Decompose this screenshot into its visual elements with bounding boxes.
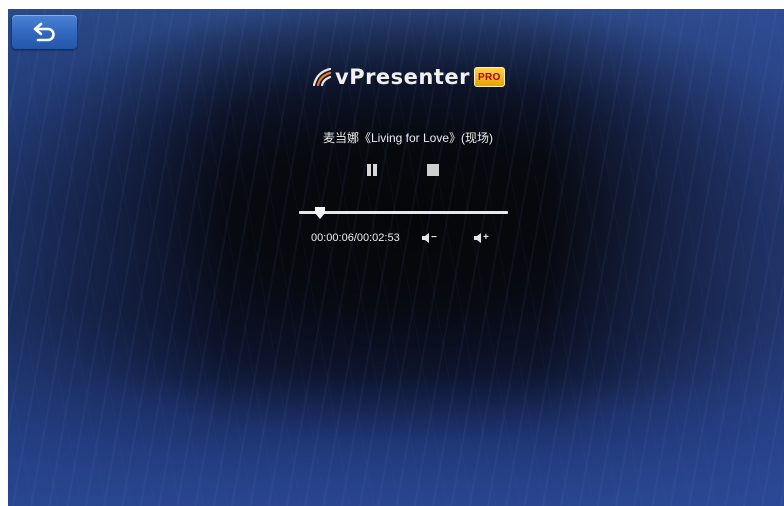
vpresenter-logo-icon bbox=[312, 67, 332, 87]
track-title: 麦当娜《Living for Love》(现场) bbox=[322, 131, 494, 145]
time-readout: 00:00:06/00:02:53 bbox=[311, 232, 400, 244]
volume-up-sign: + bbox=[483, 232, 489, 243]
app-logo: vPresenter PRO bbox=[311, 64, 505, 90]
volume-up-icon bbox=[474, 233, 481, 243]
seek-handle[interactable] bbox=[315, 207, 326, 219]
back-button[interactable] bbox=[12, 15, 77, 49]
volume-down-icon bbox=[422, 233, 429, 243]
pro-badge-label: PRO bbox=[478, 71, 501, 83]
seek-slider[interactable] bbox=[299, 207, 508, 219]
player-screen: vPresenter PRO 麦当娜《Living for Love》(现场) … bbox=[8, 9, 784, 506]
stop-button[interactable] bbox=[427, 164, 439, 176]
volume-up-button[interactable]: + bbox=[474, 232, 489, 244]
volume-down-button[interactable]: − bbox=[422, 232, 437, 244]
back-arrow-icon bbox=[33, 22, 55, 42]
pause-button[interactable] bbox=[364, 162, 380, 178]
background-glow-bottom bbox=[8, 376, 784, 506]
seek-track bbox=[299, 211, 508, 214]
pro-badge: PRO bbox=[474, 67, 505, 87]
brand-name: vPresenter bbox=[335, 65, 471, 89]
volume-down-sign: − bbox=[431, 232, 437, 243]
